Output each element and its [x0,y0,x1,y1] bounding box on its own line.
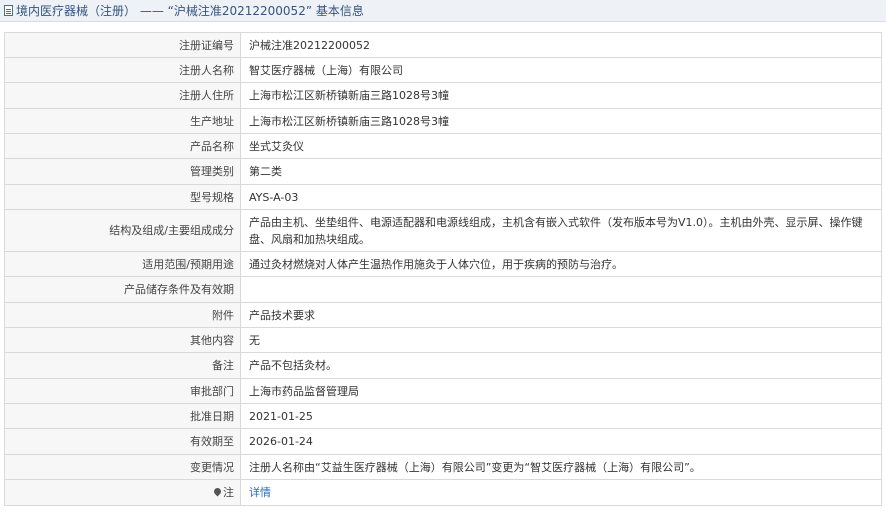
row-value: 智艾医疗器械（上海）有限公司 [240,57,882,83]
row-value: 产品技术要求 [240,302,882,328]
details-link[interactable]: 详情 [249,486,271,499]
row-value: 沪械注准20212200052 [240,32,882,58]
row-value: 坐式艾灸仪 [240,133,882,159]
table-row: 批准日期 2021-01-25 [4,403,882,429]
document-icon [4,5,13,16]
table-row: 变更情况 注册人名称由“艾益生医疗器械（上海）有限公司”变更为“智艾医疗器械（上海… [4,454,882,480]
row-label: 审批部门 [4,378,241,404]
table-row: 附件 产品技术要求 [4,302,882,328]
row-value: 第二类 [240,158,882,185]
table-row: 管理类别 第二类 [4,158,882,185]
table-row: 审批部门 上海市药品监督管理局 [4,378,882,404]
table-row-note: 注 详情 [4,479,882,506]
row-value: 产品由主机、坐垫组件、电源适配器和电源线组成，主机含有嵌入式软件（发布版本号为V… [240,209,882,252]
row-label: 变更情况 [4,454,241,480]
table-row: 结构及组成/主要组成成分 产品由主机、坐垫组件、电源适配器和电源线组成，主机含有嵌… [4,209,882,252]
row-label: 备注 [4,352,241,379]
table-row: 适用范围/预期用途 通过灸材燃烧对人体产生温热作用施灸于人体穴位，用于疾病的预防与… [4,251,882,277]
row-value: 通过灸材燃烧对人体产生温热作用施灸于人体穴位，用于疾病的预防与治疗。 [240,251,882,277]
pin-icon [212,486,223,497]
table-row: 产品储存条件及有效期 [4,276,882,303]
row-value [240,276,882,303]
table-row: 备注 产品不包括灸材。 [4,352,882,379]
note-label-cell: 注 [4,479,241,506]
page-title-bar: 境内医疗器械（注册） —— “沪械注准20212200052” 基本信息 [0,0,886,22]
table-row: 有效期至 2026-01-24 [4,428,882,455]
table-row: 型号规格 AYS-A-03 [4,184,882,210]
detail-table: 注册证编号 沪械注准20212200052 注册人名称 智艾医疗器械（上海）有限公司注… [4,32,882,506]
row-label: 注册人住所 [4,82,241,109]
row-value: 产品不包括灸材。 [240,352,882,379]
table-row: 注册证编号 沪械注准20212200052 [4,32,882,58]
table-row: 其他内容无 [4,327,882,353]
row-label: 有效期至 [4,428,241,455]
table-row: 产品名称 坐式艾灸仪 [4,133,882,159]
row-value: 2021-01-25 [240,403,882,429]
row-label: 注册人名称 [4,57,241,83]
note-label: 注 [223,486,234,499]
row-value: 注册人名称由“艾益生医疗器械（上海）有限公司”变更为“智艾医疗器械（上海）有限公… [240,454,882,480]
row-label: 其他内容 [4,327,241,353]
row-value: 2026-01-24 [240,428,882,455]
row-value: 无 [240,327,882,353]
table-row: 注册人名称 智艾医疗器械（上海）有限公司 [4,57,882,83]
row-label: 生产地址 [4,108,241,134]
row-label: 注册证编号 [4,32,241,58]
row-label: 结构及组成/主要组成成分 [4,209,241,252]
page-title: 境内医疗器械（注册） —— “沪械注准20212200052” 基本信息 [16,4,364,18]
row-label: 附件 [4,302,241,328]
row-label: 产品储存条件及有效期 [4,276,241,303]
row-label: 适用范围/预期用途 [4,251,241,277]
row-value: 上海市药品监督管理局 [240,378,882,404]
row-label: 批准日期 [4,403,241,429]
row-value: 上海市松江区新桥镇新庙三路1028号3幢 [240,82,882,109]
table-row: 生产地址 上海市松江区新桥镇新庙三路1028号3幢 [4,108,882,134]
row-label: 产品名称 [4,133,241,159]
row-value: AYS-A-03 [240,184,882,210]
row-label: 型号规格 [4,184,241,210]
row-label: 管理类别 [4,158,241,185]
note-value-cell: 详情 [240,479,882,506]
row-value: 上海市松江区新桥镇新庙三路1028号3幢 [240,108,882,134]
table-row: 注册人住所 上海市松江区新桥镇新庙三路1028号3幢 [4,82,882,109]
